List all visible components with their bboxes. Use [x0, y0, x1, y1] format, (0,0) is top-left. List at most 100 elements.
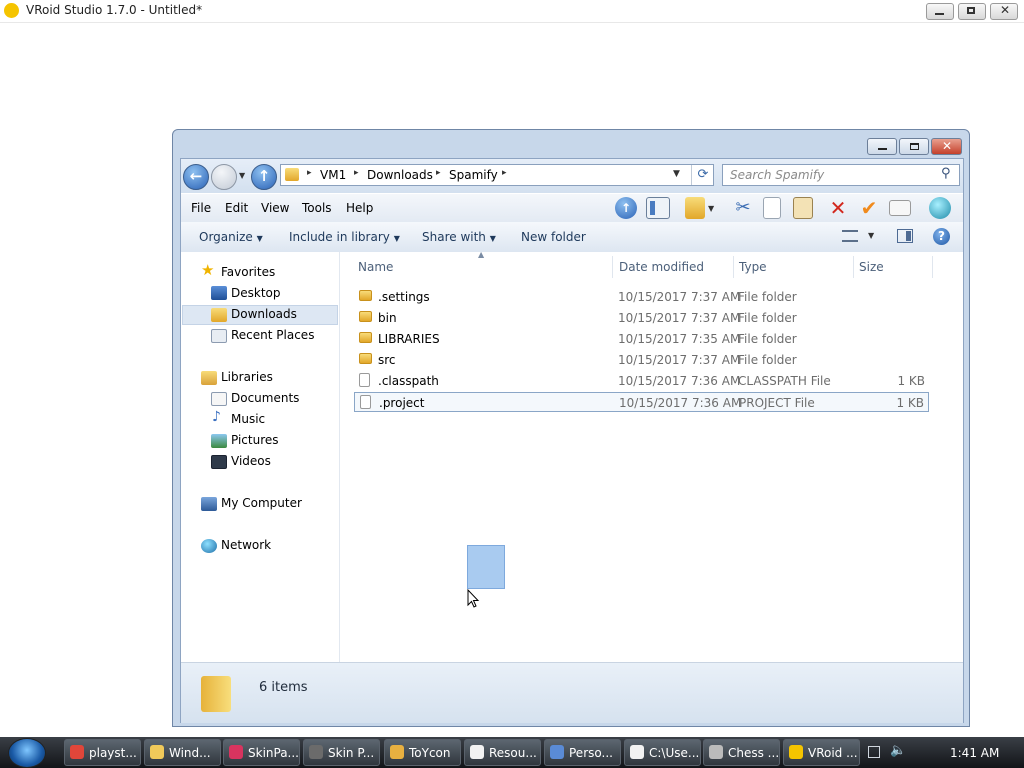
table-row-focused[interactable]: .project 10/15/2017 7:36 AM PROJECT File… [354, 392, 929, 412]
volume-icon[interactable]: 🔈 [890, 743, 906, 758]
taskbar-button[interactable]: Resou... [464, 739, 541, 766]
delete-icon[interactable]: ✕ [826, 197, 850, 219]
copy-icon[interactable] [763, 197, 781, 219]
include-in-library-button[interactable]: Include in library ▼ [289, 230, 400, 244]
file-name: LIBRARIES [378, 332, 440, 346]
taskbar-button[interactable]: Chess ... [703, 739, 780, 766]
vroid-minimize-button[interactable] [926, 3, 954, 20]
refresh-icon[interactable]: ⟳ [691, 165, 714, 185]
taskbar-button[interactable]: ToYcon [384, 739, 461, 766]
app-icon [309, 745, 323, 759]
taskbar-button[interactable]: playst... [64, 739, 141, 766]
nav-documents[interactable]: Documents [231, 391, 299, 411]
column-separator[interactable] [733, 256, 734, 278]
command-bar: Organize ▼ Include in library ▼ Share wi… [181, 222, 963, 253]
vroid-restore-button[interactable] [958, 3, 986, 20]
cut-icon[interactable]: ✂ [731, 197, 755, 219]
taskbar-button[interactable]: Perso... [544, 739, 621, 766]
preview-pane-icon[interactable] [897, 229, 913, 243]
address-bar[interactable]: ▸ VM1 ▸ Downloads ▸ Spamify ▸ ▼ ⟳ [280, 164, 714, 186]
file-type: CLASSPATH File [738, 374, 831, 388]
toolbar-folder-options-chevron-icon[interactable]: ▼ [708, 204, 714, 213]
nav-recent-places[interactable]: Recent Places [231, 328, 314, 348]
explorer-minimize-button[interactable] [867, 138, 897, 155]
column-size[interactable]: Size [859, 260, 884, 274]
taskbar-button[interactable]: Skin P... [303, 739, 380, 766]
nav-libraries[interactable]: Libraries [221, 370, 273, 390]
file-date: 10/15/2017 7:37 AM [618, 311, 741, 325]
globe-icon[interactable] [929, 197, 951, 219]
vroid-close-button[interactable]: ✕ [990, 3, 1018, 20]
menu-help[interactable]: Help [346, 201, 373, 215]
breadcrumb-vm1[interactable]: VM1 [320, 168, 346, 182]
toolbar-up-icon[interactable]: ↑ [615, 197, 637, 219]
breadcrumb-downloads[interactable]: Downloads [367, 168, 433, 182]
taskbar-button[interactable]: SkinPa... [223, 739, 300, 766]
table-row[interactable]: src 10/15/2017 7:37 AM File folder [354, 350, 929, 370]
table-row[interactable]: .settings 10/15/2017 7:37 AM File folder [354, 287, 929, 307]
nav-network[interactable]: Network [221, 538, 271, 558]
toolbar-folder-options-icon[interactable] [685, 197, 705, 219]
app-icon [789, 745, 803, 759]
nav-favorites[interactable]: Favorites [221, 265, 275, 285]
recent-pages-chevron-icon[interactable]: ▼ [239, 171, 245, 180]
menu-view[interactable]: View [261, 201, 289, 215]
column-type[interactable]: Type [739, 260, 767, 274]
help-icon[interactable]: ? [933, 228, 950, 245]
address-row: ← ▼ ↑ ▸ VM1 ▸ Downloads ▸ Spamify ▸ ▼ ⟳ … [181, 159, 963, 193]
table-row[interactable]: bin 10/15/2017 7:37 AM File folder [354, 308, 929, 328]
menu-file[interactable]: File [191, 201, 211, 215]
nav-music[interactable]: Music [231, 412, 265, 432]
nav-pictures[interactable]: Pictures [231, 433, 279, 453]
nav-desktop[interactable]: Desktop [231, 286, 281, 306]
paste-icon[interactable] [793, 197, 813, 219]
start-button[interactable] [8, 738, 46, 768]
table-row[interactable]: .classpath 10/15/2017 7:36 AM CLASSPATH … [354, 371, 929, 391]
breadcrumb-spamify[interactable]: Spamify [449, 168, 498, 182]
search-box[interactable]: Search Spamify ⚲ [722, 164, 960, 186]
back-arrow-icon: ← [189, 167, 203, 185]
column-date-modified[interactable]: Date modified [619, 260, 704, 274]
taskbar-button[interactable]: Wind... [144, 739, 221, 766]
drag-selection-rect [467, 545, 505, 589]
taskbar-button[interactable]: VRoid ... [783, 739, 860, 766]
taskbar-button[interactable]: C:\Use... [624, 739, 701, 766]
mail-icon[interactable] [889, 200, 911, 216]
column-separator[interactable] [612, 256, 613, 278]
up-button[interactable]: ↑ [251, 164, 277, 190]
properties-check-icon[interactable]: ✔ [857, 197, 881, 219]
explorer-close-button[interactable]: ✕ [931, 138, 962, 155]
share-with-button[interactable]: Share with ▼ [422, 230, 496, 244]
network-tray-icon[interactable] [868, 746, 880, 758]
close-icon: ✕ [942, 139, 953, 153]
column-separator[interactable] [853, 256, 854, 278]
menu-tools[interactable]: Tools [302, 201, 332, 215]
search-placeholder: Search Spamify [730, 168, 825, 182]
minimize-icon [878, 148, 887, 150]
include-label: Include in library [289, 230, 390, 244]
view-options-icon[interactable] [842, 230, 858, 242]
nav-videos[interactable]: Videos [231, 454, 271, 474]
column-name[interactable]: Name [358, 260, 393, 274]
toolbar-pane-toggle-icon[interactable] [646, 197, 670, 219]
item-count: 6 items [259, 680, 308, 695]
navigation-pane: ★ Favorites Desktop Downloads Recent Pla… [181, 252, 340, 662]
menu-edit[interactable]: Edit [225, 201, 248, 215]
back-button[interactable]: ← [183, 164, 209, 190]
nav-my-computer[interactable]: My Computer [221, 496, 302, 516]
search-icon[interactable]: ⚲ [941, 166, 951, 181]
organize-button[interactable]: Organize ▼ [199, 230, 263, 244]
new-folder-button[interactable]: New folder [521, 230, 586, 244]
explorer-maximize-button[interactable] [899, 138, 929, 155]
address-dropdown-icon[interactable]: ▼ [673, 169, 680, 179]
view-chevron-down-icon[interactable]: ▼ [868, 231, 874, 240]
sort-ascending-icon: ▲ [478, 250, 485, 259]
minimize-icon [935, 13, 944, 15]
table-row[interactable]: LIBRARIES 10/15/2017 7:35 AM File folder [354, 329, 929, 349]
nav-downloads[interactable]: Downloads [231, 307, 297, 327]
forward-button[interactable] [211, 164, 237, 190]
column-separator[interactable] [932, 256, 933, 278]
document-icon [360, 395, 371, 409]
desktop-icon [211, 286, 227, 300]
clock[interactable]: 1:41 AM [950, 746, 999, 760]
